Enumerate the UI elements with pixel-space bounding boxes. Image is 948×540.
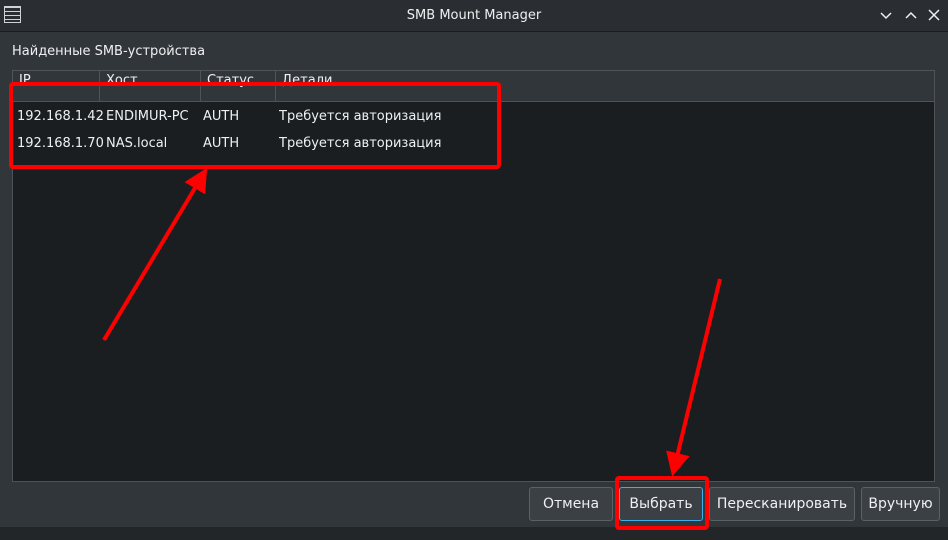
cancel-button[interactable]: Отмена [529,487,613,521]
devices-table[interactable]: IP Хост Статус Детали 192.168.1.42 ENDIM… [12,70,935,482]
close-button[interactable] [924,5,944,25]
cell-host: NAS.local [106,136,168,151]
taskbar-strip [0,527,948,540]
devices-section-label: Найденные SMB-устройства [12,44,206,59]
chevron-up-icon [905,11,917,19]
chevron-down-icon [880,12,892,20]
manual-button[interactable]: Вручную [861,487,940,521]
select-button[interactable]: Выбрать [619,487,703,521]
table-row[interactable]: 192.168.1.70 NAS.local AUTH Требуется ав… [13,130,934,157]
cell-status: AUTH [203,109,240,124]
dialog-content: Найденные SMB-устройства IP Хост Статус … [0,32,948,540]
column-header-ip[interactable]: IP [13,71,100,101]
cell-status: AUTH [203,136,240,151]
window-title: SMB Mount Manager [406,8,542,23]
maximize-button[interactable] [901,5,921,25]
column-header-host[interactable]: Хост [100,71,201,101]
title-bar: SMB Mount Manager [0,0,948,32]
cell-host: ENDIMUR-PC [106,109,189,124]
rescan-button[interactable]: Пересканировать [709,487,855,521]
cell-ip: 192.168.1.42 [17,109,103,124]
cell-ip: 192.168.1.70 [17,136,103,151]
cell-details: Требуется авторизация [279,109,442,124]
column-header-status[interactable]: Статус [201,71,276,101]
table-header: IP Хост Статус Детали [13,71,934,102]
table-row[interactable]: 192.168.1.42 ENDIMUR-PC AUTH Требуется а… [13,103,934,130]
cell-details: Требуется авторизация [279,136,442,151]
minimize-button[interactable] [876,5,896,25]
button-bar: Отмена Выбрать Пересканировать Вручную [0,487,948,521]
close-icon [928,9,940,21]
column-header-details[interactable]: Детали [276,71,934,101]
